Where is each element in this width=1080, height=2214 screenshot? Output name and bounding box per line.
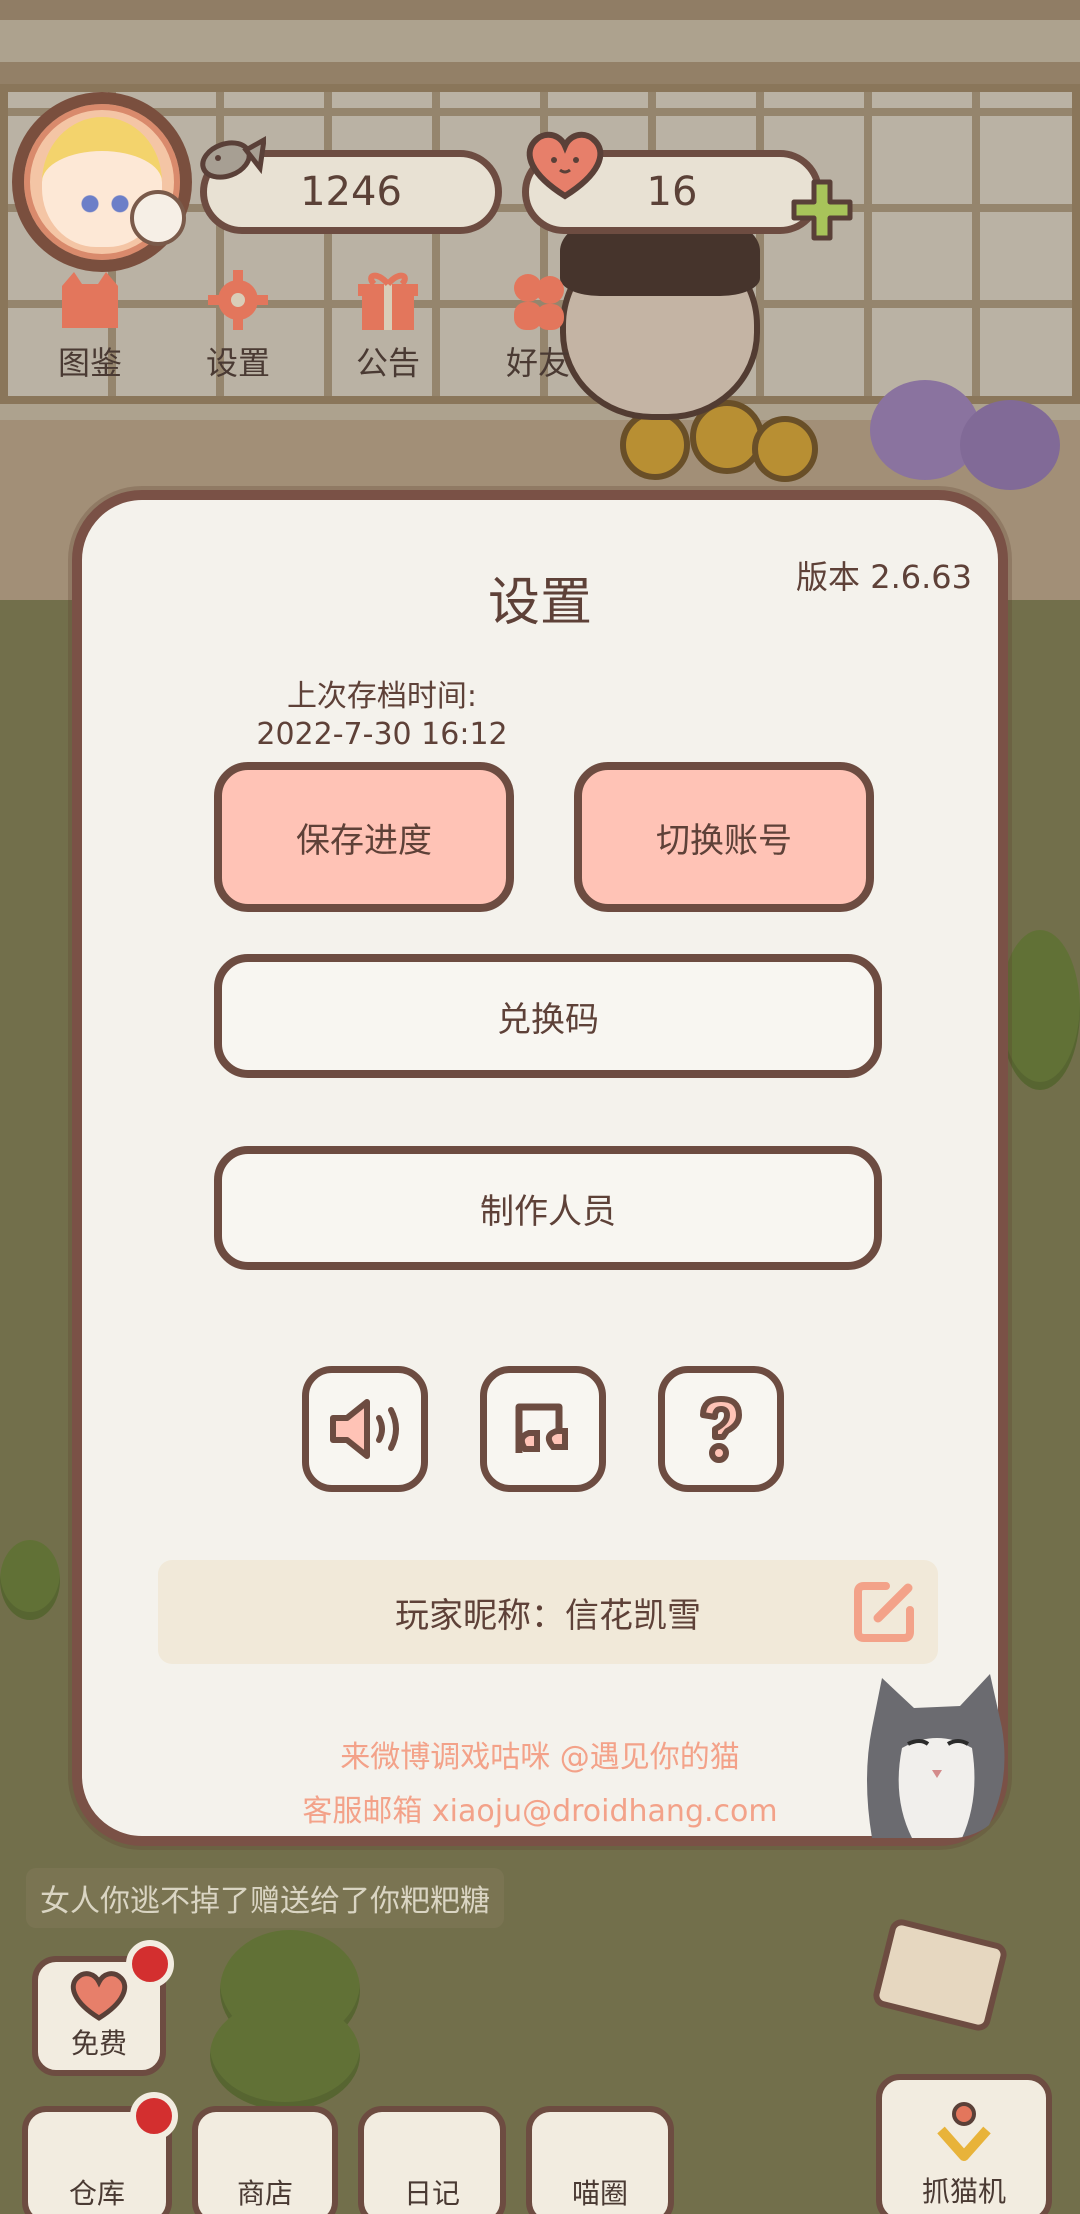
help-icon (700, 1396, 742, 1463)
menu-settings-label: 设置 (205, 344, 270, 382)
heart-count: 16 (646, 169, 698, 215)
player-nickname: 玩家昵称：信花凯雪 (395, 1595, 701, 1636)
last-save-time: 上次存档时间: 2022-7-30 16:12 (232, 678, 532, 754)
chat-message: 女人你逃不掉了赠送给了你粑粑糖 (26, 1868, 504, 1928)
help-button[interactable] (658, 1366, 784, 1492)
cat-book-icon (62, 272, 118, 328)
gear-icon (208, 270, 268, 330)
music-icon (515, 1403, 568, 1453)
tab-cat-circle-label: 喵圈 (571, 2177, 628, 2210)
menu-friends[interactable]: 好友 (478, 268, 598, 384)
sound-toggle-button[interactable] (302, 1366, 428, 1492)
free-label: 免费 (70, 2027, 127, 2060)
music-toggle-button[interactable] (480, 1366, 606, 1492)
notification-badge (130, 2092, 178, 2140)
credits-button[interactable]: 制作人员 (214, 1146, 882, 1270)
friends-icon (514, 274, 564, 330)
gift-icon (358, 272, 418, 330)
menu-collection[interactable]: 图鉴 (30, 268, 150, 384)
menu-announcement[interactable]: 公告 (328, 268, 448, 384)
menu-friends-label: 好友 (505, 344, 570, 382)
claw-icon (937, 2102, 991, 2161)
fish-icon (196, 130, 266, 188)
heart-coin-icon (70, 1971, 128, 2021)
add-hearts-button[interactable] (790, 178, 854, 242)
settings-dialog: 设置 版本 2.6.63 上次存档时间: 2022-7-30 16:12 保存进… (72, 490, 1008, 1846)
chat-message-text: 女人你逃不掉了赠送给了你粑粑糖 (40, 1884, 490, 1919)
menu-collection-label: 图鉴 (57, 344, 122, 382)
support-email[interactable]: 客服邮箱 xiaoju@droidhang.com (82, 1786, 998, 1830)
version-label: 版本 2.6.63 (796, 558, 972, 596)
tab-cat-circle[interactable]: 喵圈 (526, 2106, 674, 2214)
switch-account-button[interactable]: 切换账号 (574, 762, 874, 912)
tab-diary-label: 日记 (403, 2177, 460, 2210)
tab-warehouse-label: 仓库 (68, 2177, 125, 2210)
heart-coin-icon (520, 126, 610, 202)
menu-announcement-label: 公告 (355, 344, 420, 382)
notification-badge (126, 1940, 174, 1988)
cat-photo (862, 1658, 1012, 1838)
menu-settings[interactable]: 设置 (178, 268, 298, 384)
player-nickname-bar: 玩家昵称：信花凯雪 (158, 1560, 938, 1664)
edit-icon[interactable] (852, 1578, 918, 1644)
tab-shop-label: 商店 (236, 2177, 293, 2210)
last-save-label: 上次存档时间: (286, 679, 478, 714)
fish-count: 1246 (300, 169, 402, 215)
weibo-link[interactable]: 来微博调戏咕咪 @遇见你的猫 (82, 1732, 998, 1776)
last-save-value: 2022-7-30 16:12 (256, 717, 508, 752)
speaker-icon (330, 1399, 399, 1459)
tab-diary[interactable]: 日记 (358, 2106, 506, 2214)
bunny-icon (130, 190, 186, 246)
tab-shop[interactable]: 商店 (192, 2106, 338, 2214)
claw-machine-button[interactable]: 抓猫机 (876, 2074, 1052, 2214)
save-progress-button[interactable]: 保存进度 (214, 762, 514, 912)
claw-machine-label: 抓猫机 (921, 2175, 1006, 2208)
redeem-code-button[interactable]: 兑换码 (214, 954, 882, 1078)
